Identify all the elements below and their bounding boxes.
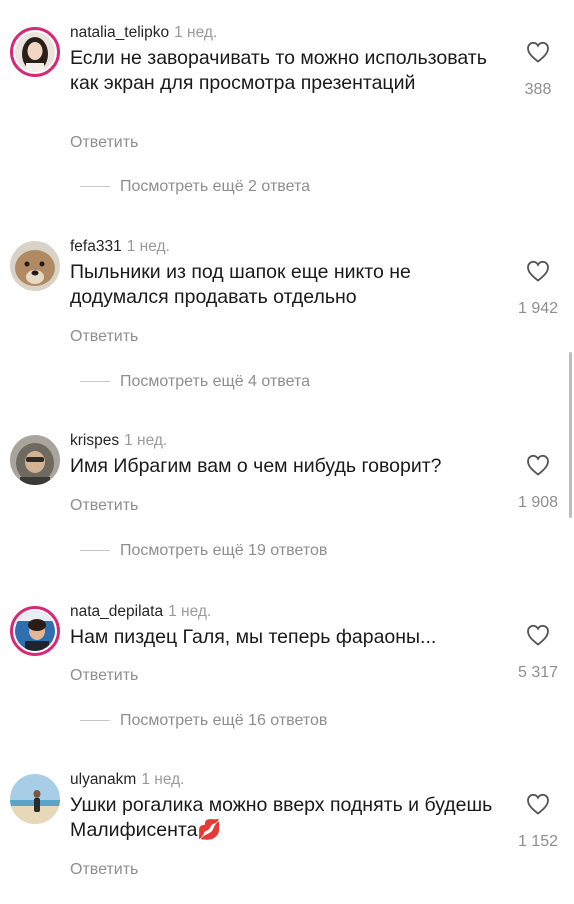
divider — [80, 720, 110, 722]
username[interactable]: ulyanakm — [70, 771, 136, 788]
heart-icon — [527, 793, 549, 815]
reply-button[interactable]: Ответить — [70, 861, 138, 879]
like-count: 1 152 — [517, 833, 559, 850]
reply-button[interactable]: Ответить — [70, 497, 138, 515]
view-replies-button[interactable]: Посмотреть ещё 16 ответов — [80, 712, 327, 732]
like-button[interactable]: 388 — [512, 41, 564, 99]
avatar-woman-dark-hair-icon — [15, 32, 55, 72]
view-replies-button[interactable]: Посмотреть ещё 4 ответа — [80, 373, 310, 393]
timestamp: 1 нед. — [126, 238, 170, 255]
like-count: 1 908 — [517, 494, 559, 511]
username[interactable]: krispes — [70, 432, 119, 449]
avatar[interactable] — [10, 241, 60, 291]
like-button[interactable]: 5 317 — [512, 624, 564, 682]
like-count: 1 942 — [517, 300, 559, 317]
comment-text: Пыльники из под шапок еще никто не додум… — [70, 261, 411, 308]
like-button[interactable]: 1 942 — [512, 260, 564, 318]
scrollbar[interactable] — [569, 352, 572, 518]
like-button[interactable]: 1 908 — [512, 454, 564, 512]
reply-button[interactable]: Ответить — [70, 328, 138, 346]
comment-text: Если не заворачивать то можно использова… — [70, 47, 487, 94]
avatar[interactable] — [10, 774, 60, 824]
avatar[interactable] — [10, 27, 60, 77]
comment-meta: krispes 1 нед. — [70, 432, 167, 450]
heart-icon — [527, 260, 549, 282]
divider — [80, 550, 110, 552]
avatar-woman-blue-background-icon — [15, 611, 55, 651]
avatar[interactable] — [10, 435, 60, 485]
heart-icon — [527, 41, 549, 63]
comment-meta: ulyanakm 1 нед. — [70, 771, 184, 789]
reply-button[interactable]: Ответить — [70, 134, 138, 152]
comment-text: Нам пиздец Галя, мы теперь фараоны... — [70, 626, 437, 648]
timestamp: 1 нед. — [174, 24, 218, 41]
avatar-beach-photo-icon — [10, 774, 60, 824]
avatar-dog-icon — [10, 241, 60, 291]
comment-meta: natalia_telipko 1 нед. — [70, 24, 217, 42]
view-replies-button[interactable]: Посмотреть ещё 2 ответа — [80, 178, 310, 198]
comment-text: Ушки рогалика можно вверх поднять и буде… — [70, 794, 493, 841]
timestamp: 1 нед. — [168, 603, 212, 620]
avatar-hooded-person-icon — [10, 435, 60, 485]
comment-meta: nata_depilata 1 нед. — [70, 603, 211, 621]
heart-icon — [527, 454, 549, 476]
divider — [80, 186, 110, 188]
comment-meta: fefa331 1 нед. — [70, 238, 170, 256]
like-button[interactable]: 1 152 — [512, 793, 564, 851]
divider — [80, 381, 110, 383]
like-count: 388 — [524, 81, 552, 98]
timestamp: 1 нед. — [124, 432, 168, 449]
timestamp: 1 нед. — [141, 771, 185, 788]
username[interactable]: nata_depilata — [70, 603, 163, 620]
heart-icon — [527, 624, 549, 646]
avatar[interactable] — [10, 606, 60, 656]
username[interactable]: natalia_telipko — [70, 24, 169, 41]
reply-button[interactable]: Ответить — [70, 667, 138, 685]
username[interactable]: fefa331 — [70, 238, 122, 255]
like-count: 5 317 — [517, 664, 559, 681]
comment-text: Имя Ибрагим вам о чем нибудь говорит? — [70, 455, 442, 477]
view-replies-button[interactable]: Посмотреть ещё 19 ответов — [80, 542, 327, 562]
